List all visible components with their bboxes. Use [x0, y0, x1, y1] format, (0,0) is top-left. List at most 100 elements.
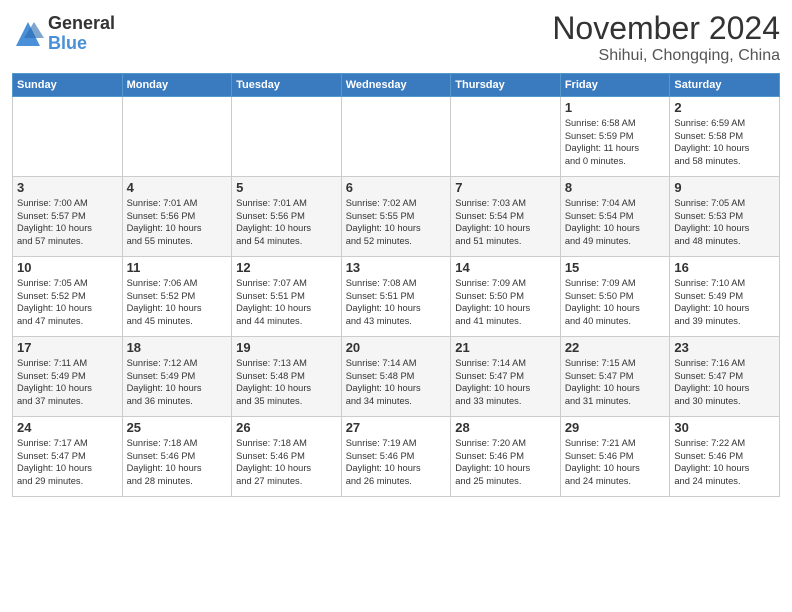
- day-number: 18: [127, 340, 228, 355]
- day-number: 19: [236, 340, 337, 355]
- th-thursday: Thursday: [451, 74, 561, 97]
- day-number: 13: [346, 260, 447, 275]
- calendar-table: Sunday Monday Tuesday Wednesday Thursday…: [12, 73, 780, 497]
- day-info: Sunrise: 6:58 AM Sunset: 5:59 PM Dayligh…: [565, 117, 666, 167]
- calendar-cell: [232, 97, 342, 177]
- location-title: Shihui, Chongqing, China: [552, 47, 780, 65]
- day-number: 9: [674, 180, 775, 195]
- day-number: 3: [17, 180, 118, 195]
- main-container: General Blue November 2024 Shihui, Chong…: [0, 0, 792, 503]
- day-number: 7: [455, 180, 556, 195]
- th-saturday: Saturday: [670, 74, 780, 97]
- week-row-0: 1Sunrise: 6:58 AM Sunset: 5:59 PM Daylig…: [13, 97, 780, 177]
- day-number: 11: [127, 260, 228, 275]
- day-number: 12: [236, 260, 337, 275]
- day-number: 22: [565, 340, 666, 355]
- day-info: Sunrise: 7:18 AM Sunset: 5:46 PM Dayligh…: [236, 437, 337, 487]
- calendar-cell: 22 Sunrise: 7:15 AM Sunset: 5:47 PM Dayli…: [560, 337, 670, 417]
- calendar-cell: 26 Sunrise: 7:18 AM Sunset: 5:46 PM Dayli…: [232, 417, 342, 497]
- calendar-cell: 30 Sunrise: 7:22 AM Sunset: 5:46 PM Dayli…: [670, 417, 780, 497]
- calendar-cell: [451, 97, 561, 177]
- calendar-cell: 20 Sunrise: 7:14 AM Sunset: 5:48 PM Dayli…: [341, 337, 451, 417]
- calendar-cell: 14 Sunrise: 7:09 AM Sunset: 5:50 PM Dayli…: [451, 257, 561, 337]
- day-number: 27: [346, 420, 447, 435]
- calendar-cell: [122, 97, 232, 177]
- calendar-cell: 23 Sunrise: 7:16 AM Sunset: 5:47 PM Dayli…: [670, 337, 780, 417]
- calendar-cell: 19 Sunrise: 7:13 AM Sunset: 5:48 PM Dayli…: [232, 337, 342, 417]
- day-info: Sunrise: 7:09 AM Sunset: 5:50 PM Dayligh…: [455, 277, 556, 327]
- calendar-cell: 6 Sunrise: 7:02 AM Sunset: 5:55 PM Daylig…: [341, 177, 451, 257]
- day-info: Sunrise: 7:16 AM Sunset: 5:47 PM Dayligh…: [674, 357, 775, 407]
- day-number: 23: [674, 340, 775, 355]
- day-number: 17: [17, 340, 118, 355]
- day-number: 2: [674, 100, 775, 115]
- day-number: 16: [674, 260, 775, 275]
- week-row-4: 24Sunrise: 7:17 AM Sunset: 5:47 PM Dayli…: [13, 417, 780, 497]
- header-area: General Blue November 2024 Shihui, Chong…: [12, 10, 780, 65]
- month-title: November 2024: [552, 10, 780, 47]
- calendar-cell: 16Sunrise: 7:10 AM Sunset: 5:49 PM Dayli…: [670, 257, 780, 337]
- calendar-cell: 21Sunrise: 7:14 AM Sunset: 5:47 PM Dayli…: [451, 337, 561, 417]
- day-info: Sunrise: 7:04 AM Sunset: 5:54 PM Dayligh…: [565, 197, 666, 247]
- calendar-cell: 13 Sunrise: 7:08 AM Sunset: 5:51 PM Dayli…: [341, 257, 451, 337]
- day-number: 20: [346, 340, 447, 355]
- calendar-cell: 28Sunrise: 7:20 AM Sunset: 5:46 PM Dayli…: [451, 417, 561, 497]
- day-number: 15: [565, 260, 666, 275]
- calendar-cell: 3 Sunrise: 7:00 AM Sunset: 5:57 PM Daylig…: [13, 177, 123, 257]
- day-info: Sunrise: 7:01 AM Sunset: 5:56 PM Dayligh…: [127, 197, 228, 247]
- day-info: Sunrise: 7:15 AM Sunset: 5:47 PM Dayligh…: [565, 357, 666, 407]
- day-info: Sunrise: 7:11 AM Sunset: 5:49 PM Dayligh…: [17, 357, 118, 407]
- calendar-cell: 27 Sunrise: 7:19 AM Sunset: 5:46 PM Dayli…: [341, 417, 451, 497]
- day-info: Sunrise: 7:14 AM Sunset: 5:48 PM Dayligh…: [346, 357, 447, 407]
- calendar-body: 1Sunrise: 6:58 AM Sunset: 5:59 PM Daylig…: [13, 97, 780, 497]
- calendar-cell: 2 Sunrise: 6:59 AM Sunset: 5:58 PM Daylig…: [670, 97, 780, 177]
- day-number: 10: [17, 260, 118, 275]
- day-number: 28: [455, 420, 556, 435]
- calendar-cell: 8 Sunrise: 7:04 AM Sunset: 5:54 PM Daylig…: [560, 177, 670, 257]
- th-friday: Friday: [560, 74, 670, 97]
- logo-blue: Blue: [48, 34, 115, 54]
- calendar-cell: 29Sunrise: 7:21 AM Sunset: 5:46 PM Dayli…: [560, 417, 670, 497]
- logo-general: General: [48, 14, 115, 34]
- day-number: 14: [455, 260, 556, 275]
- week-row-3: 17 Sunrise: 7:11 AM Sunset: 5:49 PM Dayli…: [13, 337, 780, 417]
- day-number: 26: [236, 420, 337, 435]
- day-number: 25: [127, 420, 228, 435]
- day-info: Sunrise: 6:59 AM Sunset: 5:58 PM Dayligh…: [674, 117, 775, 167]
- day-info: Sunrise: 7:03 AM Sunset: 5:54 PM Dayligh…: [455, 197, 556, 247]
- calendar-cell: 12 Sunrise: 7:07 AM Sunset: 5:51 PM Dayli…: [232, 257, 342, 337]
- title-area: November 2024 Shihui, Chongqing, China: [552, 10, 780, 65]
- day-info: Sunrise: 7:17 AM Sunset: 5:47 PM Dayligh…: [17, 437, 118, 487]
- day-number: 30: [674, 420, 775, 435]
- day-info: Sunrise: 7:01 AM Sunset: 5:56 PM Dayligh…: [236, 197, 337, 247]
- calendar-cell: 1Sunrise: 6:58 AM Sunset: 5:59 PM Daylig…: [560, 97, 670, 177]
- calendar-cell: 11Sunrise: 7:06 AM Sunset: 5:52 PM Dayli…: [122, 257, 232, 337]
- calendar-cell: 18 Sunrise: 7:12 AM Sunset: 5:49 PM Dayli…: [122, 337, 232, 417]
- calendar-cell: 10Sunrise: 7:05 AM Sunset: 5:52 PM Dayli…: [13, 257, 123, 337]
- calendar-cell: 9 Sunrise: 7:05 AM Sunset: 5:53 PM Daylig…: [670, 177, 780, 257]
- day-number: 29: [565, 420, 666, 435]
- day-info: Sunrise: 7:00 AM Sunset: 5:57 PM Dayligh…: [17, 197, 118, 247]
- day-info: Sunrise: 7:18 AM Sunset: 5:46 PM Dayligh…: [127, 437, 228, 487]
- th-tuesday: Tuesday: [232, 74, 342, 97]
- day-info: Sunrise: 7:22 AM Sunset: 5:46 PM Dayligh…: [674, 437, 775, 487]
- header-row: Sunday Monday Tuesday Wednesday Thursday…: [13, 74, 780, 97]
- calendar-cell: 7 Sunrise: 7:03 AM Sunset: 5:54 PM Daylig…: [451, 177, 561, 257]
- week-row-1: 3 Sunrise: 7:00 AM Sunset: 5:57 PM Daylig…: [13, 177, 780, 257]
- day-info: Sunrise: 7:05 AM Sunset: 5:53 PM Dayligh…: [674, 197, 775, 247]
- calendar-cell: 25 Sunrise: 7:18 AM Sunset: 5:46 PM Dayli…: [122, 417, 232, 497]
- th-sunday: Sunday: [13, 74, 123, 97]
- calendar-cell: 17 Sunrise: 7:11 AM Sunset: 5:49 PM Dayli…: [13, 337, 123, 417]
- day-info: Sunrise: 7:13 AM Sunset: 5:48 PM Dayligh…: [236, 357, 337, 407]
- day-number: 6: [346, 180, 447, 195]
- day-info: Sunrise: 7:19 AM Sunset: 5:46 PM Dayligh…: [346, 437, 447, 487]
- th-monday: Monday: [122, 74, 232, 97]
- day-info: Sunrise: 7:02 AM Sunset: 5:55 PM Dayligh…: [346, 197, 447, 247]
- day-info: Sunrise: 7:12 AM Sunset: 5:49 PM Dayligh…: [127, 357, 228, 407]
- day-number: 4: [127, 180, 228, 195]
- logo-icon: [12, 18, 44, 50]
- week-row-2: 10Sunrise: 7:05 AM Sunset: 5:52 PM Dayli…: [13, 257, 780, 337]
- day-number: 8: [565, 180, 666, 195]
- day-info: Sunrise: 7:07 AM Sunset: 5:51 PM Dayligh…: [236, 277, 337, 327]
- day-info: Sunrise: 7:08 AM Sunset: 5:51 PM Dayligh…: [346, 277, 447, 327]
